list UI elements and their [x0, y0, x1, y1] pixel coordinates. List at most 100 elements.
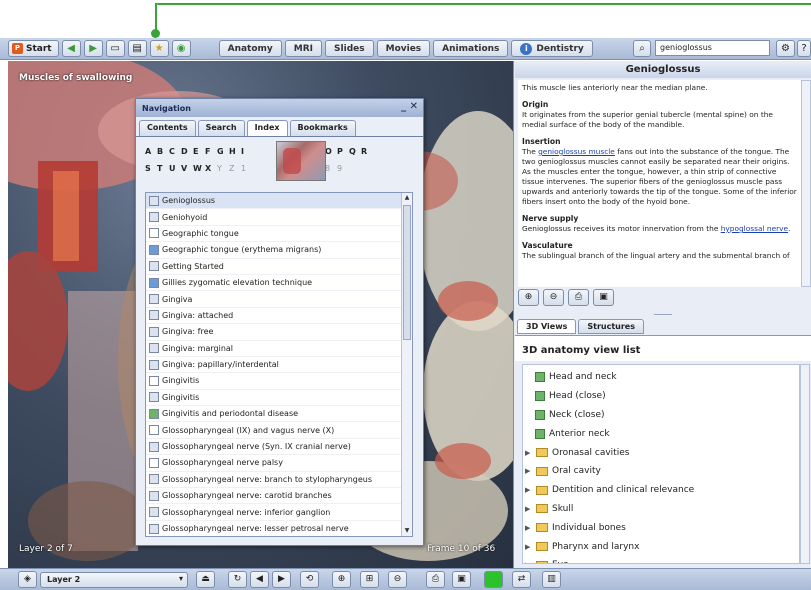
- layers-icon[interactable]: ◈: [18, 571, 37, 588]
- pane-splitter[interactable]: [654, 314, 672, 316]
- folder-list-item[interactable]: ▶ Individual bones: [523, 518, 799, 537]
- forward-icon[interactable]: ▶: [83, 40, 103, 57]
- alphabet-letter[interactable]: O: [325, 147, 337, 156]
- index-list-item[interactable]: Geniohyoid: [146, 209, 412, 226]
- label-icon[interactable]: ⊞: [360, 571, 379, 588]
- index-list-item[interactable]: Gingivitis: [146, 390, 412, 407]
- expand-arrow-icon[interactable]: ▶: [525, 449, 532, 457]
- index-list-item[interactable]: Getting Started: [146, 259, 412, 275]
- index-list-item[interactable]: Glossopharyngeal (IX) and vagus nerve (X…: [146, 422, 412, 439]
- index-list-item[interactable]: Geographic tongue (erythema migrans): [146, 242, 412, 259]
- alphabet-letter[interactable]: B: [157, 147, 169, 156]
- back-icon[interactable]: ◀: [61, 40, 81, 57]
- settings-icon[interactable]: ⚙: [776, 40, 795, 57]
- search-icon[interactable]: ⌕: [633, 40, 651, 57]
- alphabet-letter[interactable]: Y: [217, 164, 229, 173]
- expand-arrow-icon[interactable]: ▶: [525, 505, 532, 513]
- tab-slides[interactable]: Slides: [325, 40, 374, 57]
- index-list-item[interactable]: Glossopharyngeal nerve: lesser petrosal …: [146, 521, 412, 536]
- alphabet-letter[interactable]: W: [193, 164, 205, 173]
- alphabet-letter[interactable]: G: [217, 147, 229, 156]
- tab-mri[interactable]: MRI: [284, 40, 323, 57]
- zoom-out-icon[interactable]: ⊖: [388, 571, 407, 588]
- alphabet-letter[interactable]: V: [181, 164, 193, 173]
- save-icon[interactable]: ▣: [593, 289, 614, 306]
- alphabet-letter[interactable]: U: [169, 164, 181, 173]
- folder-list-item[interactable]: ▶ Dentition and clinical relevance: [523, 481, 799, 500]
- navigation-titlebar[interactable]: Navigation _ ✕: [136, 99, 423, 117]
- index-scrollbar[interactable]: ▲ ▼: [401, 193, 412, 536]
- index-list-item[interactable]: Gingiva: attached: [146, 308, 412, 325]
- layer-up-icon[interactable]: ⏏: [196, 571, 215, 588]
- page-icon[interactable]: ▤: [127, 40, 147, 57]
- expand-arrow-icon[interactable]: ▶: [525, 543, 532, 551]
- alphabet-letter[interactable]: X: [205, 164, 217, 173]
- save-icon[interactable]: ▣: [452, 571, 471, 588]
- tab-3d-views[interactable]: 3D Views: [517, 319, 577, 334]
- index-list[interactable]: Genioglossus Geniohyoid Geographic tongue G…: [145, 192, 413, 537]
- folder-list-item[interactable]: ▶ Skull: [523, 500, 799, 519]
- alphabet-letter[interactable]: A: [145, 147, 157, 156]
- view-list-item[interactable]: Head (close): [523, 387, 799, 406]
- folder-icon[interactable]: ▭: [105, 40, 125, 57]
- print-icon[interactable]: ⎙: [568, 289, 589, 306]
- color-toggle-icon[interactable]: [484, 571, 503, 588]
- alphabet-letter[interactable]: I: [241, 147, 253, 156]
- zoom-in-icon[interactable]: ⊕: [518, 289, 539, 306]
- zoom-in-icon[interactable]: ⊕: [332, 571, 351, 588]
- folder-list-item[interactable]: ▶ Pharynx and larynx: [523, 537, 799, 556]
- view-list-item[interactable]: Anterior neck: [523, 424, 799, 443]
- prev-frame-icon[interactable]: ◀: [250, 571, 269, 588]
- rotate-icon[interactable]: ↻: [228, 571, 247, 588]
- folder-list-item[interactable]: ▶ Eye: [523, 556, 799, 563]
- views-scrollbar[interactable]: [800, 364, 810, 564]
- search-input[interactable]: genioglossus: [655, 40, 770, 56]
- columns-icon[interactable]: ▥: [542, 571, 561, 588]
- start-button[interactable]: P Start: [8, 40, 59, 57]
- alphabet-letter[interactable]: 9: [337, 164, 349, 173]
- scroll-down-icon[interactable]: ▼: [402, 526, 412, 536]
- panel-controls[interactable]: _ ✕: [401, 101, 418, 112]
- alphabet-letter[interactable]: Q: [349, 147, 361, 156]
- index-list-item[interactable]: Gingivitis: [146, 373, 412, 390]
- index-list-item[interactable]: Genioglossus: [146, 193, 412, 210]
- alphabet-letter[interactable]: R: [361, 147, 373, 156]
- scroll-up-icon[interactable]: ▲: [402, 193, 412, 203]
- alphabet-letter[interactable]: C: [169, 147, 181, 156]
- alphabet-letter[interactable]: Z: [229, 164, 241, 173]
- index-list-item[interactable]: Glossopharyngeal nerve: carotid branches: [146, 488, 412, 505]
- index-list-item[interactable]: Glossopharyngeal nerve (Syn. IX cranial …: [146, 439, 412, 456]
- index-list-item[interactable]: Glossopharyngeal nerve: branch to stylop…: [146, 472, 412, 489]
- scroll-thumb[interactable]: [403, 205, 411, 340]
- zoom-out-icon[interactable]: ⊖: [543, 289, 564, 306]
- sync-icon[interactable]: ⇄: [512, 571, 531, 588]
- 3d-view-list[interactable]: Head and neck Head (close) Neck (close) Ant…: [522, 364, 800, 564]
- tab-contents[interactable]: Contents: [139, 120, 196, 136]
- layer-select[interactable]: Layer 2 ▾: [40, 572, 188, 588]
- tab-movies[interactable]: Movies: [376, 40, 431, 57]
- index-list-item[interactable]: Gingivitis and periodontal disease: [146, 406, 412, 423]
- alphabet-letter[interactable]: 8: [325, 164, 337, 173]
- index-list-item[interactable]: Glossopharyngeal nerve palsy: [146, 455, 412, 472]
- expand-arrow-icon[interactable]: ▶: [525, 561, 532, 563]
- index-list-item[interactable]: Gingiva: marginal: [146, 341, 412, 357]
- alphabet-letter[interactable]: D: [181, 147, 193, 156]
- print-icon[interactable]: ⎙: [426, 571, 445, 588]
- index-list-item[interactable]: Glossopharyngeal nerve: inferior ganglio…: [146, 504, 412, 521]
- view-list-item[interactable]: Head and neck: [523, 368, 799, 387]
- alphabet-letter[interactable]: P: [337, 147, 349, 156]
- next-frame-icon[interactable]: ▶: [272, 571, 291, 588]
- hypoglossal-link[interactable]: hypoglossal nerve: [721, 224, 788, 233]
- alphabet-letter[interactable]: T: [157, 164, 169, 173]
- expand-arrow-icon[interactable]: ▶: [525, 467, 532, 475]
- index-list-item[interactable]: Gillies zygomatic elevation technique: [146, 275, 412, 292]
- atlas-icon[interactable]: ◉: [171, 40, 191, 57]
- tab-dentistry[interactable]: i Dentistry: [511, 40, 593, 57]
- index-list-item[interactable]: Gingiva: free: [146, 324, 412, 341]
- help-icon[interactable]: ?: [797, 40, 811, 57]
- tab-index[interactable]: Index: [246, 120, 288, 136]
- index-list-item[interactable]: Geographic tongue: [146, 226, 412, 243]
- expand-arrow-icon[interactable]: ▶: [525, 486, 532, 494]
- index-list-item[interactable]: Gingiva: papillary/interdental: [146, 357, 412, 374]
- tab-anatomy[interactable]: Anatomy: [218, 40, 282, 57]
